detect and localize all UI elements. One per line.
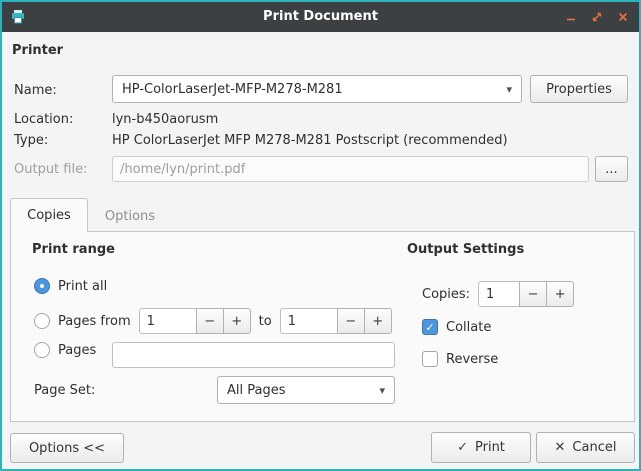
copies-label: Copies:	[422, 287, 470, 302]
output-settings-heading: Output Settings	[407, 242, 524, 257]
chevron-down-icon: ▾	[506, 83, 512, 96]
page-set-select[interactable]: All Pages ▾	[217, 376, 395, 404]
copies-spinner[interactable]: − +	[478, 281, 574, 307]
close-button[interactable]	[616, 11, 629, 24]
reverse-checkbox[interactable]	[422, 351, 438, 367]
pages-input[interactable]	[112, 342, 395, 368]
pages-to-plus-button[interactable]: +	[364, 308, 392, 334]
pages-from-spinner[interactable]: − +	[139, 308, 251, 334]
location-label: Location:	[14, 112, 73, 127]
copies-minus-button[interactable]: −	[519, 281, 547, 307]
page-set-label: Page Set:	[34, 383, 95, 398]
pages-to-input[interactable]	[280, 308, 338, 334]
pages-to-minus-button[interactable]: −	[337, 308, 365, 334]
print-check-icon: ✓	[457, 440, 468, 455]
output-file-input[interactable]	[112, 156, 589, 182]
printer-name-value: HP-ColorLaserJet-MFP-M278-M281	[122, 82, 498, 97]
print-range-heading: Print range	[32, 242, 115, 257]
cancel-button-label: Cancel	[572, 440, 616, 455]
options-toggle-label: Options <<	[29, 441, 105, 456]
print-button[interactable]: ✓ Print	[431, 432, 531, 463]
tab-options-label: Options	[105, 209, 155, 224]
pages-radio[interactable]	[34, 342, 50, 358]
reverse-option[interactable]: Reverse	[422, 351, 498, 367]
location-value: lyn-b450aorusm	[112, 112, 218, 127]
output-file-label: Output file:	[14, 162, 87, 177]
pages-from-minus-button[interactable]: −	[196, 308, 224, 334]
type-label: Type:	[14, 133, 48, 148]
print-all-radio[interactable]	[34, 278, 50, 294]
printer-name-select[interactable]: HP-ColorLaserJet-MFP-M278-M281 ▾	[112, 75, 522, 103]
print-button-label: Print	[475, 440, 505, 455]
maximize-button[interactable]	[590, 11, 603, 24]
page-set-value: All Pages	[227, 383, 371, 398]
browse-button[interactable]: ...	[595, 156, 628, 182]
options-toggle-button[interactable]: Options <<	[10, 433, 124, 463]
pages-option[interactable]: Pages	[34, 342, 96, 358]
tab-options[interactable]: Options	[90, 201, 170, 231]
tab-copies-label: Copies	[27, 208, 71, 223]
pages-to-spinner[interactable]: − +	[280, 308, 392, 334]
pages-from-input[interactable]	[139, 308, 197, 334]
window-title: Print Document	[2, 9, 639, 24]
copies-plus-button[interactable]: +	[546, 281, 574, 307]
pages-label: Pages	[58, 343, 96, 358]
window-controls	[564, 2, 629, 32]
collate-label: Collate	[446, 320, 491, 335]
copies-row: Copies: − +	[422, 281, 574, 307]
pages-from-option[interactable]: Pages from − + to − +	[34, 308, 392, 334]
properties-button-label: Properties	[546, 82, 612, 97]
tab-copies[interactable]: Copies	[10, 198, 88, 232]
page-set-chevron-down-icon: ▾	[379, 384, 385, 397]
titlebar[interactable]: Print Document	[2, 2, 639, 32]
print-all-option[interactable]: Print all	[34, 278, 107, 294]
pages-to-label: to	[259, 314, 272, 329]
minimize-button[interactable]	[564, 11, 577, 24]
collate-option[interactable]: ✓ Collate	[422, 319, 491, 335]
printer-section-heading: Printer	[12, 43, 63, 58]
check-icon: ✓	[425, 321, 434, 334]
pages-from-radio[interactable]	[34, 313, 50, 329]
print-dialog-window: Print Document Printer Name: HP-ColorLas…	[0, 0, 641, 471]
printer-name-label: Name:	[14, 83, 57, 98]
copies-input[interactable]	[478, 281, 520, 307]
collate-checkbox[interactable]: ✓	[422, 319, 438, 335]
print-all-label: Print all	[58, 279, 107, 294]
type-value: HP ColorLaserJet MFP M278-M281 Postscrip…	[112, 133, 508, 148]
cancel-cross-icon: ✕	[555, 440, 566, 455]
cancel-button[interactable]: ✕ Cancel	[536, 432, 635, 463]
pages-from-label: Pages from	[58, 314, 131, 329]
browse-button-label: ...	[605, 162, 617, 177]
reverse-label: Reverse	[446, 352, 498, 367]
pages-from-plus-button[interactable]: +	[223, 308, 251, 334]
properties-button[interactable]: Properties	[530, 75, 628, 103]
